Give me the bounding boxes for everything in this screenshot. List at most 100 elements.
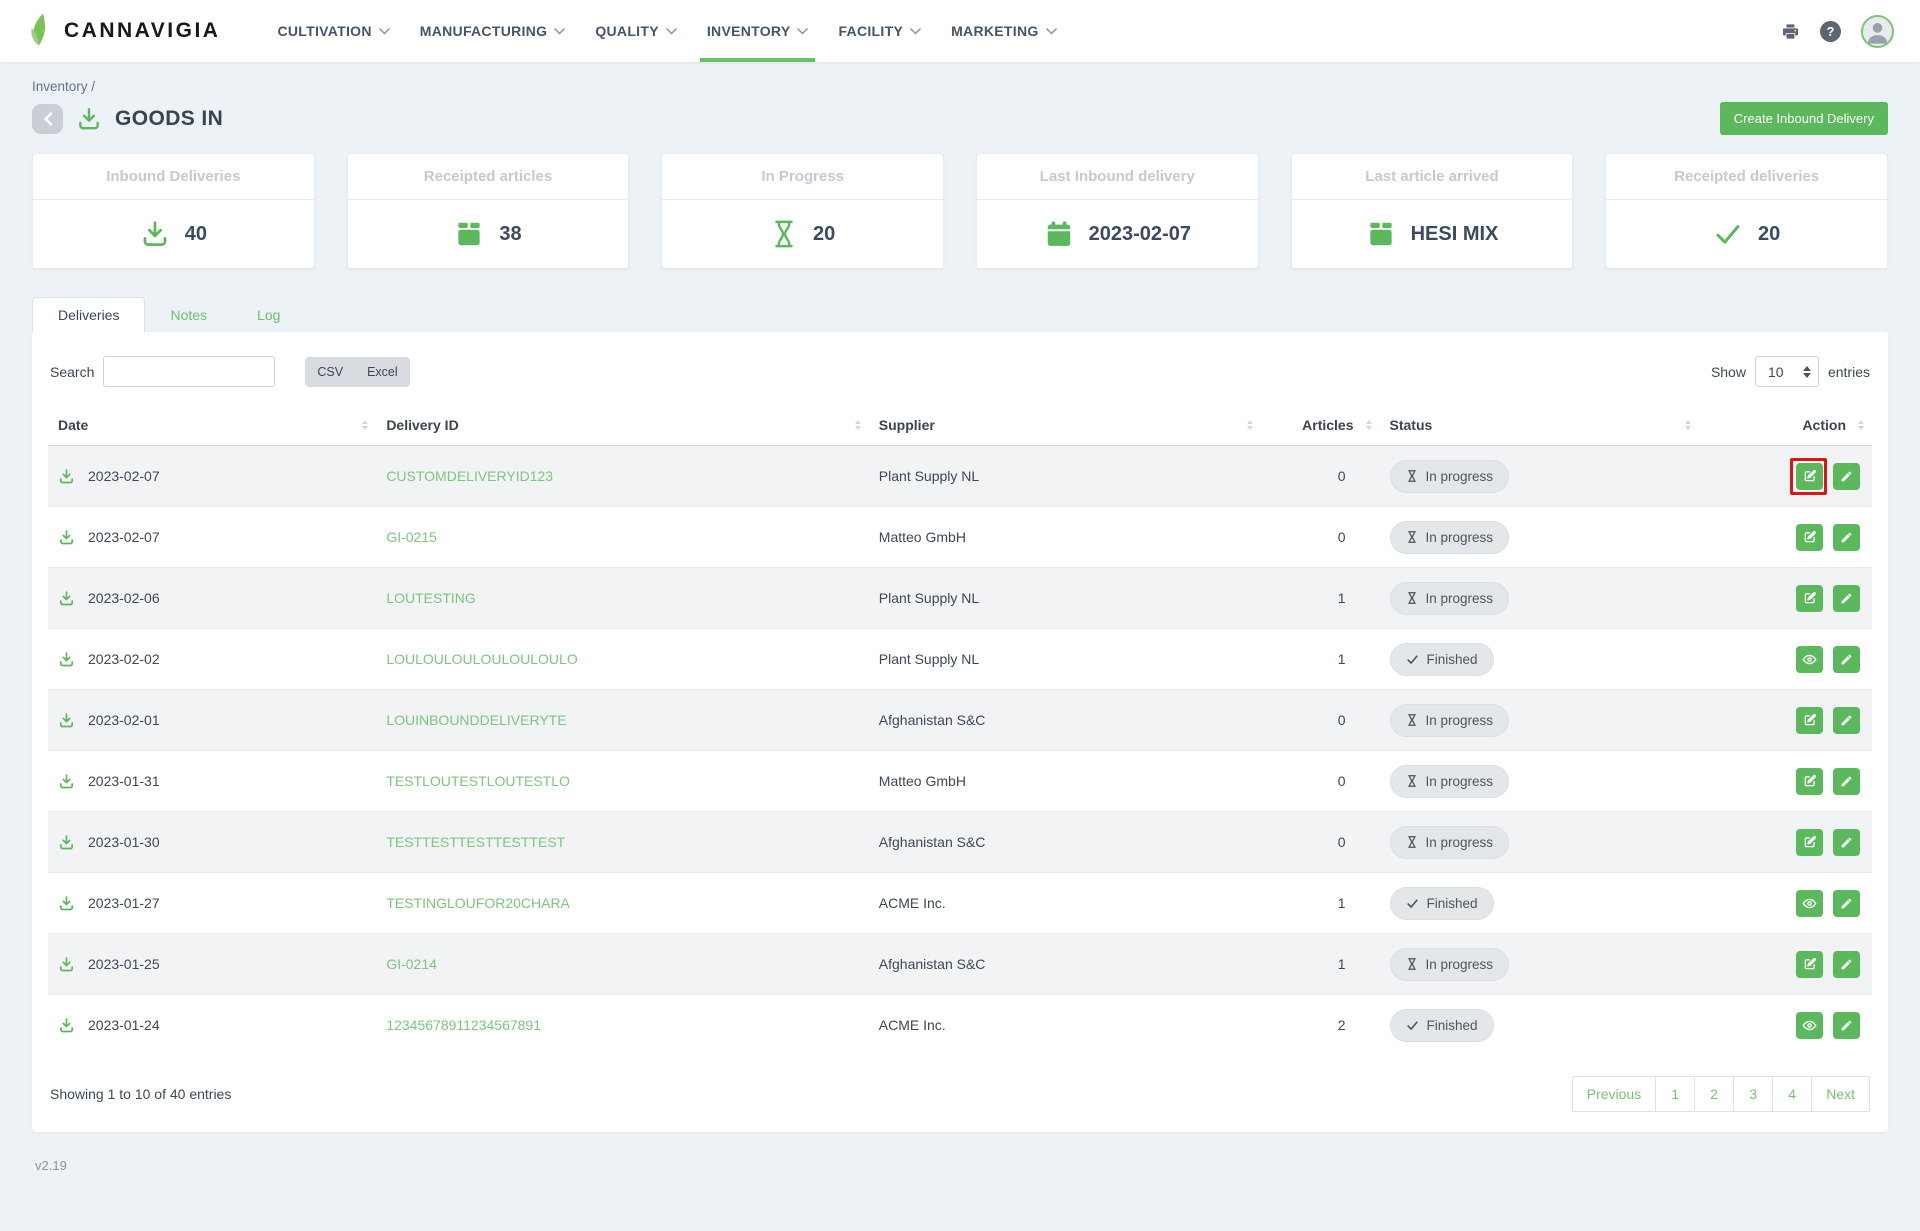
version-label: v2.19: [35, 1158, 1888, 1173]
open-delivery-button[interactable]: [1796, 585, 1823, 612]
stat-card-label: Last Inbound delivery: [977, 154, 1258, 200]
avatar[interactable]: [1861, 15, 1894, 48]
tab-deliveries[interactable]: Deliveries: [32, 297, 145, 333]
delivery-id-link[interactable]: LOULOULOULOULOULOULO: [386, 651, 577, 667]
pagination-button[interactable]: 1: [1655, 1076, 1695, 1112]
pencil-icon: [1840, 836, 1853, 849]
tab-notes[interactable]: Notes: [145, 298, 232, 332]
delivery-date: 2023-01-30: [88, 834, 160, 850]
delivery-date: 2023-01-31: [88, 773, 160, 789]
open-delivery-button[interactable]: [1796, 707, 1823, 734]
open-delivery-button[interactable]: [1796, 646, 1823, 673]
nav-item[interactable]: FACILITY: [823, 0, 936, 62]
hourglass-status-icon: [1406, 713, 1418, 727]
delivery-id-link[interactable]: GI-0215: [386, 529, 437, 545]
pagination-button[interactable]: Next: [1811, 1076, 1870, 1112]
export-group: CSV Excel: [305, 357, 409, 387]
export-csv-button[interactable]: CSV: [305, 357, 355, 387]
column-header-action[interactable]: Action: [1699, 405, 1872, 446]
back-button[interactable]: [32, 104, 63, 134]
sort-icon: [1366, 420, 1372, 430]
column-header-date[interactable]: Date: [48, 405, 376, 446]
nav-item[interactable]: INVENTORY: [692, 0, 824, 62]
export-excel-button[interactable]: Excel: [355, 357, 410, 387]
delivery-id-link[interactable]: TESTTESTTESTTESTTEST: [386, 834, 565, 850]
edit-delivery-button[interactable]: [1833, 524, 1860, 551]
stat-card-value: 20: [1758, 223, 1780, 246]
nav-item[interactable]: MARKETING: [936, 0, 1071, 62]
search-label: Search: [50, 364, 94, 380]
delivery-id-link[interactable]: LOUTESTING: [386, 590, 475, 606]
delivery-id-link[interactable]: LOUINBOUNDDELIVERYTE: [386, 712, 566, 728]
supplier-name: Afghanistan S&C: [879, 956, 986, 972]
status-label: Finished: [1427, 1018, 1478, 1033]
stat-card-label: In Progress: [662, 154, 943, 200]
chevron-left-icon: [43, 112, 53, 126]
nav-item[interactable]: MANUFACTURING: [405, 0, 581, 62]
check-icon: [1713, 219, 1743, 249]
goods-in-row-icon: [58, 468, 75, 485]
open-delivery-button[interactable]: [1796, 890, 1823, 917]
articles-count: 1: [1338, 895, 1346, 911]
goods-in-row-icon: [58, 712, 75, 729]
hourglass-status-icon: [1406, 835, 1418, 849]
sort-icon: [1685, 420, 1691, 430]
delivery-date: 2023-01-27: [88, 895, 160, 911]
page-size-select[interactable]: 10: [1755, 356, 1819, 387]
create-inbound-delivery-button[interactable]: Create Inbound Delivery: [1720, 102, 1888, 135]
delivery-id-link[interactable]: TESTLOUTESTLOUTESTLO: [386, 773, 570, 789]
articles-count: 0: [1338, 712, 1346, 728]
pagination-button[interactable]: 2: [1694, 1076, 1734, 1112]
stat-card-label: Receipted deliveries: [1606, 154, 1887, 200]
supplier-name: Plant Supply NL: [879, 590, 979, 606]
goods-in-row-icon: [58, 834, 75, 851]
tab-log[interactable]: Log: [232, 298, 305, 332]
nav-item[interactable]: CULTIVATION: [262, 0, 404, 62]
supplier-name: ACME Inc.: [879, 1017, 946, 1033]
status-badge: In progress: [1390, 460, 1510, 493]
pagination-button[interactable]: Previous: [1572, 1076, 1656, 1112]
edit-delivery-button[interactable]: [1833, 890, 1860, 917]
edit-delivery-button[interactable]: [1833, 1012, 1860, 1039]
breadcrumb[interactable]: Inventory /: [32, 62, 1888, 94]
edit-square-icon: [1803, 591, 1817, 605]
sort-icon: [855, 420, 861, 430]
edit-delivery-button[interactable]: [1833, 707, 1860, 734]
edit-delivery-button[interactable]: [1833, 829, 1860, 856]
print-button[interactable]: [1781, 22, 1800, 41]
edit-delivery-button[interactable]: [1833, 951, 1860, 978]
hourglass-status-icon: [1406, 530, 1418, 544]
goods-in-row-icon: [58, 956, 75, 973]
open-delivery-button[interactable]: [1796, 524, 1823, 551]
edit-delivery-button[interactable]: [1833, 768, 1860, 795]
table-row: 2023-01-24 12345678911234567891 ACME Inc…: [48, 995, 1872, 1056]
search-input[interactable]: [103, 356, 275, 387]
pagination-button[interactable]: 3: [1733, 1076, 1773, 1112]
edit-delivery-button[interactable]: [1833, 463, 1860, 490]
nav-item[interactable]: QUALITY: [580, 0, 692, 62]
table-row: 2023-01-25 GI-0214 Afghanistan S&C 1: [48, 934, 1872, 995]
delivery-id-link[interactable]: CUSTOMDELIVERYID123: [386, 468, 553, 484]
open-delivery-button[interactable]: [1796, 829, 1823, 856]
column-header-status[interactable]: Status: [1380, 405, 1699, 446]
edit-delivery-button[interactable]: [1833, 646, 1860, 673]
edit-delivery-button[interactable]: [1833, 585, 1860, 612]
brand-logo[interactable]: CANNAVIGIA: [26, 0, 220, 62]
pagination-button[interactable]: 4: [1772, 1076, 1812, 1112]
delivery-date: 2023-02-07: [88, 468, 160, 484]
goods-in-row-icon: [58, 529, 75, 546]
column-header-supplier[interactable]: Supplier: [869, 405, 1261, 446]
open-delivery-button[interactable]: [1796, 951, 1823, 978]
sort-icon: [1858, 420, 1864, 430]
supplier-name: Afghanistan S&C: [879, 834, 986, 850]
delivery-id-link[interactable]: TESTINGLOUFOR20CHARA: [386, 895, 570, 911]
column-header-articles[interactable]: Articles: [1261, 405, 1380, 446]
articles-count: 0: [1338, 529, 1346, 545]
help-icon[interactable]: ?: [1820, 21, 1841, 42]
open-delivery-button[interactable]: [1796, 463, 1823, 490]
column-header-delivery-id[interactable]: Delivery ID: [376, 405, 868, 446]
open-delivery-button[interactable]: [1796, 768, 1823, 795]
open-delivery-button[interactable]: [1796, 1012, 1823, 1039]
delivery-id-link[interactable]: 12345678911234567891: [386, 1017, 541, 1033]
delivery-id-link[interactable]: GI-0214: [386, 956, 437, 972]
